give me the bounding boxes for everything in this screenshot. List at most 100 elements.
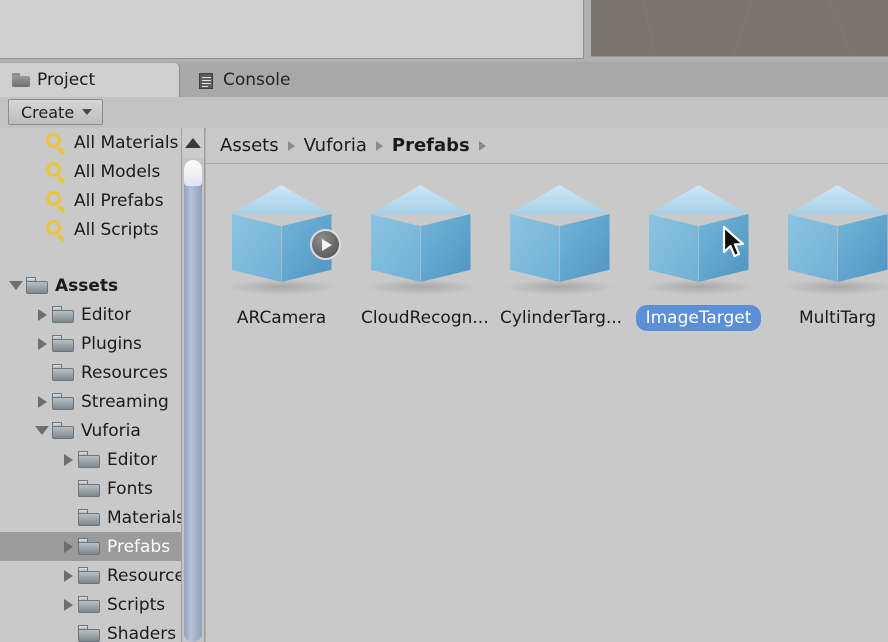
folder-icon — [52, 335, 74, 352]
tree-item-resources[interactable]: Resources — [0, 561, 181, 590]
tree-item-fonts[interactable]: Fonts — [0, 474, 181, 503]
tree-item-plugins[interactable]: Plugins — [0, 329, 181, 358]
project-toolbar: Create — [0, 97, 888, 129]
breadcrumb-separator-icon — [375, 140, 383, 151]
prefab-cube-icon[interactable] — [775, 183, 888, 301]
upper-editor-panels — [0, 0, 888, 62]
prefab-cube-icon[interactable] — [219, 183, 345, 301]
asset-item-label: CylinderTarg... — [500, 308, 623, 328]
chevron-right-icon[interactable] — [58, 598, 78, 611]
tree-item-label: Materials — [107, 507, 181, 528]
chevron-right-icon[interactable] — [58, 453, 78, 466]
tree-item-label: Scripts — [107, 594, 166, 615]
scene-guide-line — [826, 0, 857, 56]
asset-item-label: ARCamera — [236, 308, 327, 328]
prefab-cube-icon[interactable] — [636, 183, 762, 301]
breadcrumb-item-vuforia[interactable]: Vuforia — [304, 135, 367, 156]
asset-item-label: ImageTarget — [635, 305, 762, 331]
chevron-down-icon — [82, 109, 93, 115]
search-icon — [44, 132, 68, 155]
breadcrumb-separator-icon — [287, 140, 295, 151]
tree-item-vuforia[interactable]: Vuforia — [0, 416, 181, 445]
asset-item-label: CloudRecogn... — [361, 308, 489, 328]
tree-item-label: Editor — [107, 449, 158, 470]
inspector-panel-empty[interactable] — [0, 0, 584, 59]
folder-icon — [78, 538, 100, 555]
search-icon — [44, 161, 68, 184]
breadcrumb-separator-icon — [478, 140, 486, 151]
chevron-right-icon[interactable] — [32, 395, 52, 408]
chevron-right-icon[interactable] — [32, 308, 52, 321]
tree-item-prefabs[interactable]: Prefabs — [0, 532, 181, 561]
project-browser-body: All Materials All Models All Prefabs All Sc… — [0, 128, 888, 642]
folder-icon — [78, 509, 100, 526]
prefab-cube-icon[interactable] — [497, 183, 623, 301]
folder-icon — [52, 364, 74, 381]
tree-item-label: Editor — [81, 304, 132, 325]
scrollbar-thumb[interactable] — [184, 160, 202, 642]
tree-item-editor[interactable]: Editor — [0, 445, 181, 474]
tree-filter-row[interactable]: All Materials — [0, 128, 181, 157]
folder-icon — [52, 393, 74, 410]
folder-icon — [52, 422, 74, 439]
tab-project-label: Project — [37, 70, 96, 90]
tree-filter-row[interactable]: All Prefabs — [0, 186, 181, 215]
tree-item-materials[interactable]: Materials — [0, 503, 181, 532]
scroll-up-arrow-icon[interactable] — [182, 128, 204, 158]
tree-scrollbar[interactable] — [181, 128, 205, 642]
chevron-down-icon[interactable] — [6, 281, 26, 290]
create-button-label: Create — [21, 102, 75, 122]
folder-icon — [12, 72, 30, 88]
tree-item-label: Assets — [55, 275, 119, 296]
asset-item-arcamera[interactable]: ARCamera — [212, 183, 351, 331]
tree-item-shaders[interactable]: Shaders — [0, 619, 181, 642]
scene-view-panel[interactable] — [591, 0, 888, 57]
folder-icon — [52, 306, 74, 323]
tab-project[interactable]: Project — [0, 63, 180, 97]
asset-grid[interactable]: ARCamera CloudRecogn... CylinderTarg... Ima… — [206, 165, 888, 642]
scene-guide-line — [728, 0, 755, 56]
tree-item-label: Prefabs — [107, 536, 171, 557]
tree-item-editor[interactable]: Editor — [0, 300, 181, 329]
folder-icon — [78, 625, 100, 642]
scene-guide-line — [642, 0, 657, 56]
project-tree-panel[interactable]: All Materials All Models All Prefabs All Sc… — [0, 128, 181, 642]
tree-item-label: Plugins — [81, 333, 142, 354]
tab-console-label: Console — [223, 70, 291, 90]
folder-icon — [78, 480, 100, 497]
tree-filter-row[interactable]: All Scripts — [0, 215, 181, 244]
chevron-right-icon[interactable] — [58, 569, 78, 582]
tree-item-label: Streaming — [81, 391, 169, 412]
breadcrumb[interactable]: Assets Vuforia Prefabs — [206, 128, 888, 164]
console-doc-icon — [198, 72, 216, 89]
folder-icon — [26, 277, 48, 294]
tree-filter-row[interactable]: All Models — [0, 157, 181, 186]
play-badge-icon — [309, 229, 341, 260]
chevron-right-icon[interactable] — [32, 337, 52, 350]
chevron-down-icon[interactable] — [32, 426, 52, 435]
tree-item-label: Vuforia — [81, 420, 141, 441]
create-button[interactable]: Create — [8, 99, 104, 125]
tree-filter-label: All Models — [74, 161, 161, 182]
search-icon — [44, 190, 68, 213]
folder-icon — [78, 451, 100, 468]
tree-item-streaming[interactable]: Streaming — [0, 387, 181, 416]
asset-item-cloudrecogn[interactable]: CloudRecogn... — [351, 183, 490, 331]
tab-console[interactable]: Console — [186, 63, 356, 97]
tree-item-label: Shaders — [107, 623, 177, 642]
asset-item-multitarg[interactable]: MultiTarg — [768, 183, 888, 331]
asset-item-imagetarget[interactable]: ImageTarget — [629, 183, 768, 331]
breadcrumb-item-prefabs[interactable]: Prefabs — [392, 135, 470, 156]
breadcrumb-item-assets[interactable]: Assets — [220, 135, 279, 156]
tree-filter-label: All Materials — [74, 132, 179, 153]
tree-item-label: Resources — [107, 565, 181, 586]
tree-item-assets[interactable]: Assets — [0, 271, 181, 300]
chevron-right-icon[interactable] — [58, 540, 78, 553]
prefab-cube-icon[interactable] — [358, 183, 484, 301]
tree-filter-label: All Scripts — [74, 219, 159, 240]
tree-item-scripts[interactable]: Scripts — [0, 590, 181, 619]
tree-item-label: Fonts — [107, 478, 153, 499]
asset-item-cylindertarg[interactable]: CylinderTarg... — [490, 183, 629, 331]
tree-item-resources[interactable]: Resources — [0, 358, 181, 387]
